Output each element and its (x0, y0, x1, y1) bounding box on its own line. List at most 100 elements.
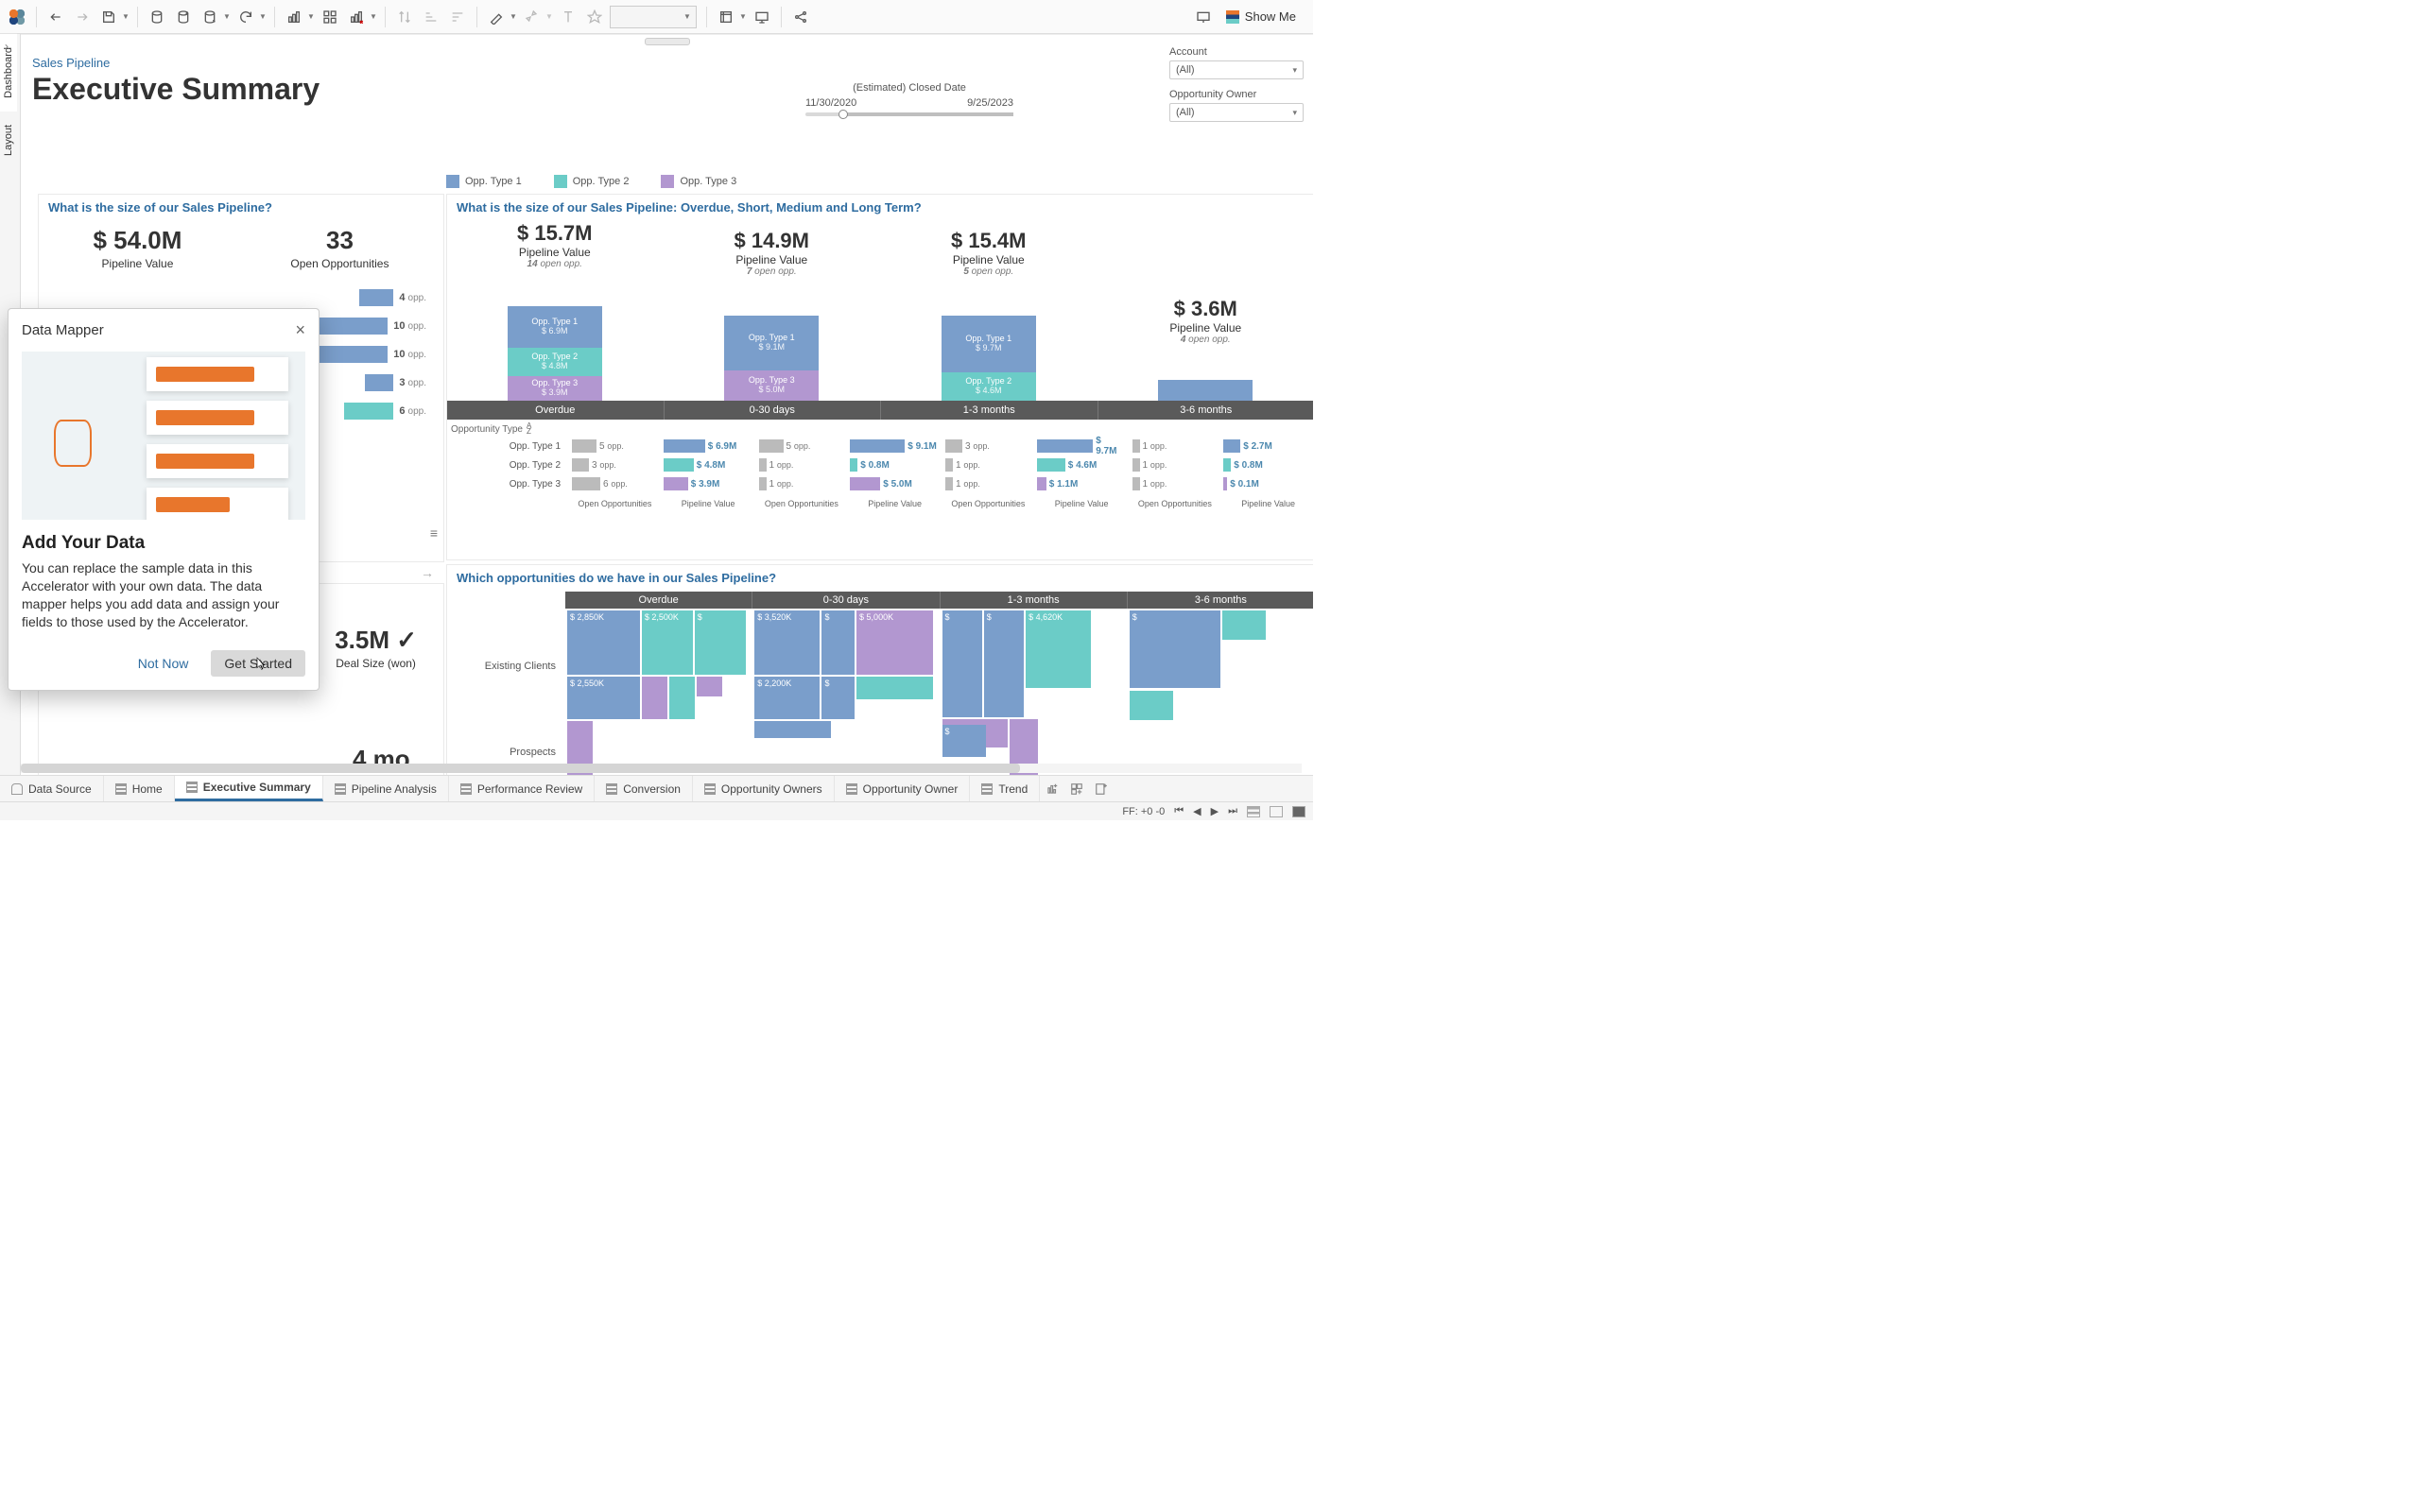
treemap-block[interactable]: $ 2,850K (567, 610, 640, 675)
mini-bar[interactable] (850, 458, 857, 472)
fit-dropdown[interactable]: ▼ (713, 4, 749, 30)
undo-icon[interactable] (43, 4, 69, 30)
slider-thumb-icon[interactable] (838, 110, 848, 119)
mini-bar[interactable] (572, 458, 589, 472)
save-dropdown[interactable]: ▼ (95, 4, 131, 30)
legend-item[interactable]: Opp. Type 1 (446, 175, 522, 188)
filter-account-select[interactable]: (All) (1169, 60, 1304, 79)
treemap-block[interactable]: $ 3,520K (754, 610, 820, 675)
stack-segment[interactable]: Opp. Type 1$ 9.7M (942, 316, 1036, 372)
mini-bar[interactable] (1132, 477, 1140, 490)
stack-segment[interactable]: Opp. Type 3$ 5.0M (724, 370, 819, 401)
mini-bar[interactable] (759, 439, 784, 453)
sheet-tab[interactable]: Opportunity Owners (693, 776, 835, 801)
mini-bar[interactable] (1223, 458, 1231, 472)
treemap-block[interactable]: $ (821, 610, 855, 675)
nav-next-icon[interactable]: ▶ (1211, 805, 1219, 817)
mini-bar[interactable] (664, 439, 705, 453)
mini-bar[interactable] (664, 458, 694, 472)
mini-bar[interactable] (1037, 439, 1093, 453)
treemap-block[interactable] (754, 721, 831, 739)
treemap-block[interactable] (669, 677, 695, 719)
treemap-block[interactable]: $ (1130, 610, 1220, 688)
sheet-tab[interactable]: Opportunity Owner (835, 776, 971, 801)
close-icon[interactable]: × (295, 320, 305, 340)
bar-segment[interactable] (310, 346, 388, 363)
stack-segment[interactable]: Opp. Type 2$ 4.8M (508, 348, 602, 376)
treemap-block[interactable] (1130, 691, 1173, 720)
swap-icon[interactable] (391, 4, 418, 30)
legend-item[interactable]: Opp. Type 3 (661, 175, 736, 188)
text-label-icon[interactable] (555, 4, 581, 30)
mini-bar[interactable] (945, 439, 962, 453)
bar-segment[interactable] (344, 403, 393, 420)
group-dropdown[interactable]: ▼ (519, 4, 555, 30)
treemap-block[interactable]: $ (942, 725, 986, 757)
share-icon[interactable] (787, 4, 814, 30)
sheet-tab[interactable]: Performance Review (449, 776, 595, 801)
not-now-button[interactable]: Not Now (129, 650, 199, 677)
treemap-block[interactable]: $ (984, 610, 1024, 717)
nav-first-icon[interactable]: ⏮ (1174, 805, 1184, 817)
sheet-tab[interactable]: Conversion (595, 776, 693, 801)
pin-icon[interactable] (581, 4, 608, 30)
view-film-icon[interactable] (1270, 806, 1283, 817)
drag-handle-icon[interactable] (645, 38, 690, 45)
sheet-tab[interactable]: Pipeline Analysis (323, 776, 449, 801)
mini-bar[interactable] (1037, 458, 1065, 472)
highlight-dropdown[interactable]: ▼ (483, 4, 519, 30)
mini-bar[interactable] (759, 477, 767, 490)
pause-updates-icon[interactable] (170, 4, 197, 30)
treemap-block[interactable] (1222, 610, 1266, 640)
guide-me-icon[interactable] (1190, 4, 1217, 30)
sheet-tab[interactable]: Home (104, 776, 175, 801)
mini-bar[interactable] (850, 439, 905, 453)
drill-arrow-icon[interactable]: → (421, 565, 438, 582)
treemap-block[interactable]: $ (942, 610, 982, 717)
view-thumb-icon[interactable] (1247, 806, 1260, 817)
stack-segment[interactable]: Opp. Type 3$ 3.9M (508, 376, 602, 401)
treemap-block[interactable]: $ 2,200K (754, 677, 820, 719)
bar-segment[interactable] (359, 289, 393, 306)
bar-segment[interactable] (310, 318, 388, 335)
tab-layout[interactable]: Layout (0, 112, 17, 169)
tableau-logo-icon[interactable] (4, 4, 30, 30)
stack-segment[interactable] (1158, 380, 1253, 401)
stack-segment[interactable]: Opp. Type 1$ 6.9M (508, 306, 602, 348)
mini-bar[interactable] (1132, 458, 1140, 472)
nav-last-icon[interactable]: ⏭ (1228, 805, 1237, 817)
nav-prev-icon[interactable]: ◀ (1193, 805, 1201, 817)
show-me-button[interactable]: Show Me (1226, 9, 1296, 24)
treemap-block[interactable]: $ 2,550K (567, 677, 640, 719)
new-worksheet-dropdown[interactable]: ▼ (281, 4, 317, 30)
filter-owner-select[interactable]: (All) (1169, 103, 1304, 122)
treemap-block[interactable]: $ 2,500K (642, 610, 693, 675)
new-dashboard-icon[interactable] (1064, 776, 1089, 801)
sort-asc-icon[interactable] (418, 4, 444, 30)
date-range-slider[interactable]: (Estimated) Closed Date 11/30/2020 9/25/… (805, 82, 1013, 120)
tab-data-source[interactable]: Data Source (0, 776, 104, 801)
new-data-source-icon[interactable] (144, 4, 170, 30)
sort-desc-icon[interactable] (444, 4, 471, 30)
mini-bar[interactable] (1223, 439, 1240, 453)
mini-bar[interactable] (664, 477, 688, 490)
presentation-mode-icon[interactable] (749, 4, 775, 30)
mini-bar[interactable] (1037, 477, 1046, 490)
duplicate-sheet-icon[interactable] (317, 4, 343, 30)
stack-segment[interactable]: Opp. Type 1$ 9.1M (724, 316, 819, 370)
mini-bar[interactable] (572, 477, 600, 490)
treemap-block[interactable]: $ (821, 677, 855, 719)
treemap-block[interactable]: $ (695, 610, 746, 675)
mini-bar[interactable] (945, 477, 953, 490)
bar-segment[interactable] (365, 374, 393, 391)
treemap-block[interactable] (856, 677, 933, 698)
mini-bar[interactable] (850, 477, 880, 490)
mini-bar[interactable] (759, 458, 767, 472)
treemap-block[interactable]: $ 5,000K (856, 610, 933, 675)
get-started-button[interactable]: Get Started (211, 650, 305, 677)
treemap-block[interactable]: $ 4,620K (1026, 610, 1091, 688)
expand-panel-icon[interactable]: › (5, 40, 18, 53)
clear-sheet-dropdown[interactable]: ▼ (343, 4, 379, 30)
new-worksheet-icon[interactable] (1040, 776, 1064, 801)
mini-bar[interactable] (1223, 477, 1227, 490)
